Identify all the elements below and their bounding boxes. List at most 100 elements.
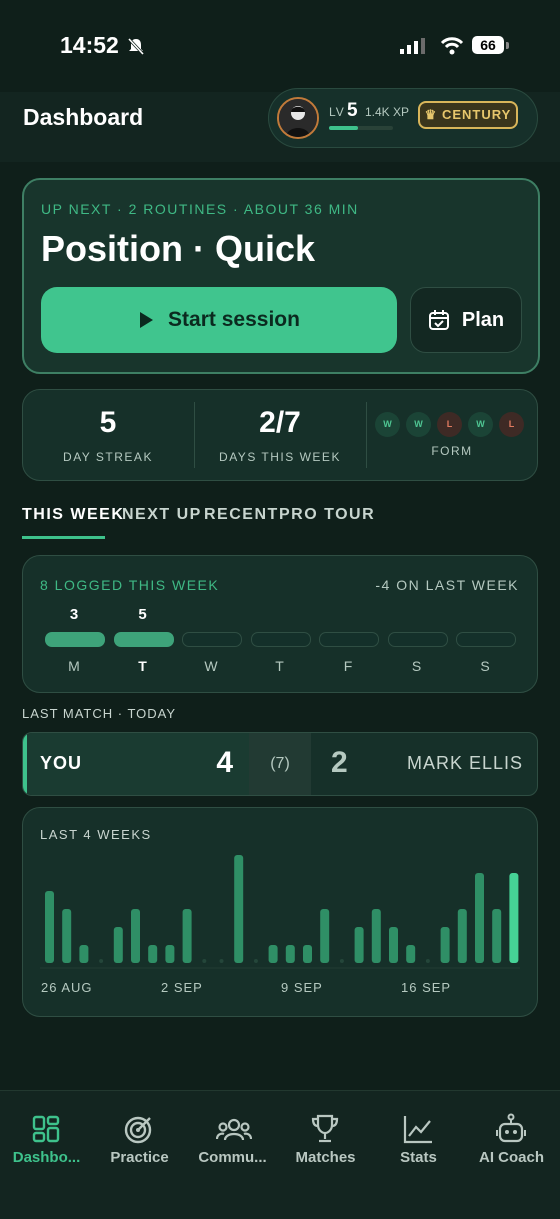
chart-bar [320,909,330,963]
chart-bar-empty [202,959,207,963]
stats-chart-icon [403,1116,432,1144]
avatar[interactable] [277,97,319,139]
this-week-card: 8 LOGGED THIS WEEK -4 ON LAST WEEK 3M5TW… [22,555,538,693]
activity-bar-chart: 26 AUG 2 SEP 9 SEP 16 SEP [40,855,520,995]
tabbar-label: AI Coach [478,1149,544,1166]
day-label: W [204,658,218,674]
page-title: Dashboard [23,104,144,130]
streak-label: DAY STREAK [63,450,153,464]
level-prefix: LV [329,105,345,119]
logged-this-week: 8 LOGGED THIS WEEK [40,577,220,593]
match-you-side: YOU 4 [23,733,249,795]
calendar-check-icon [428,310,449,330]
tab-this-week[interactable]: THIS WEEK [22,506,124,524]
streak-stat: 5 DAY STREAK [23,390,193,480]
tab-pro-tour[interactable]: PRO TOUR [279,506,375,524]
chart-bar [285,945,295,963]
tabbar-label: Dashbo... [12,1149,81,1166]
opponent-name: MARK ELLIS [406,753,523,773]
chart-bar [303,945,312,963]
tab-recent[interactable]: RECENT [204,506,279,524]
week-day[interactable]: S [456,606,516,676]
chart-bar-empty [253,959,258,963]
chart-bar [371,909,381,963]
header: Dashboard LV 5 1.4K XP ♛ CENTURY [0,88,560,162]
chart-bar [182,909,192,963]
status-time: 14:52 [60,32,119,58]
day-bar [45,632,105,647]
profile-pill[interactable]: LV 5 1.4K XP ♛ CENTURY [268,88,538,148]
chart-bar [268,945,278,963]
chart-bar [113,927,123,963]
status-bar: 14:52 66 [0,0,560,92]
form-stat: FORM [367,390,537,480]
battery-indicator: 66 [472,36,504,54]
tabbar-item-matches[interactable]: Matches [279,1091,372,1186]
battery-nub [506,42,509,49]
form-label: FORM [431,444,473,458]
you-score: 4 [216,746,233,779]
day-label: F [343,658,353,674]
chart-bar [165,945,175,963]
week-day[interactable]: 3M [45,606,105,676]
chart-bar-empty [425,959,430,963]
dashboard-icon [32,1115,60,1143]
chart-bar [354,927,364,963]
up-next-card: UP NEXT · 2 ROUTINES · ABOUT 36 MIN Posi… [22,178,540,374]
stats-card: 5 DAY STREAK 2/7 DAYS THIS WEEK WWLWL FO… [22,389,538,481]
crown-icon: ♛ [424,107,438,122]
century-badge[interactable]: ♛ CENTURY [418,101,518,129]
chart-bar [62,909,72,963]
avatar-person-icon [279,99,317,137]
chart-x-tick-label: 16 SEP [401,980,451,995]
chart-bar [79,945,89,963]
week-days-stat: 2/7 DAYS THIS WEEK [195,390,365,480]
week-day[interactable]: S [387,606,448,676]
tabbar-item-community[interactable]: Commu... [186,1091,279,1186]
week-day[interactable]: 5T [113,606,174,676]
day-label: S [480,658,490,674]
week-day[interactable]: F [319,606,379,676]
day-count: 5 [138,606,147,623]
day-bar [456,632,516,647]
last-4-weeks-card: LAST 4 WEEKS 26 AUG 2 SEP 9 SEP 16 SEP [22,807,538,1017]
chart-bar [234,855,244,963]
tabbar-item-stats[interactable]: Stats [372,1091,465,1186]
tabbar-item-practice[interactable]: Practice [93,1091,186,1186]
opponent-score: 2 [331,746,348,779]
chart-bar [389,927,398,963]
you-label: YOU [40,753,83,773]
week-days-label: DAYS THIS WEEK [219,450,341,464]
week-day[interactable]: T [250,606,311,676]
chart-bar [131,909,140,963]
bell-muted-icon [127,37,145,56]
week-days-value: 2/7 [259,406,301,439]
start-session-button[interactable]: Start session [41,287,397,353]
play-icon [140,312,154,328]
week-day[interactable]: W [182,606,242,676]
chart-bar [457,909,467,963]
streak-value: 5 [99,406,117,439]
tabbar-item-dashboard[interactable]: Dashbo... [0,1091,93,1186]
chart-bar-empty [219,959,224,963]
week-delta: -4 ON LAST WEEK [375,577,519,593]
robot-icon [496,1113,526,1143]
day-count: 3 [69,606,79,623]
chart-bar [406,945,416,963]
xp-amount: 1.4K XP [365,105,410,119]
tab-next-up[interactable]: NEXT UP [122,506,202,524]
chart-bar-empty [339,959,344,963]
day-label: T [275,658,284,674]
plan-button[interactable]: Plan [410,287,522,353]
bottom-tab-bar: Dashbo... Practice Commu... Matches Stat… [0,1090,560,1219]
up-next-title: Position · Quick [41,228,316,269]
tabbar-label: Commu... [198,1149,267,1166]
wifi-icon [440,37,464,55]
plan-label: Plan [461,308,505,331]
cellular-signal-icon [400,38,425,54]
last-match-card[interactable]: YOU 4 (7) 2 MARK ELLIS [22,732,538,796]
last-match-label: LAST MATCH · TODAY [22,706,177,721]
tabbar-item-ai-coach[interactable]: AI Coach [465,1091,558,1186]
chart-bar [148,945,158,963]
day-bar [387,632,448,647]
